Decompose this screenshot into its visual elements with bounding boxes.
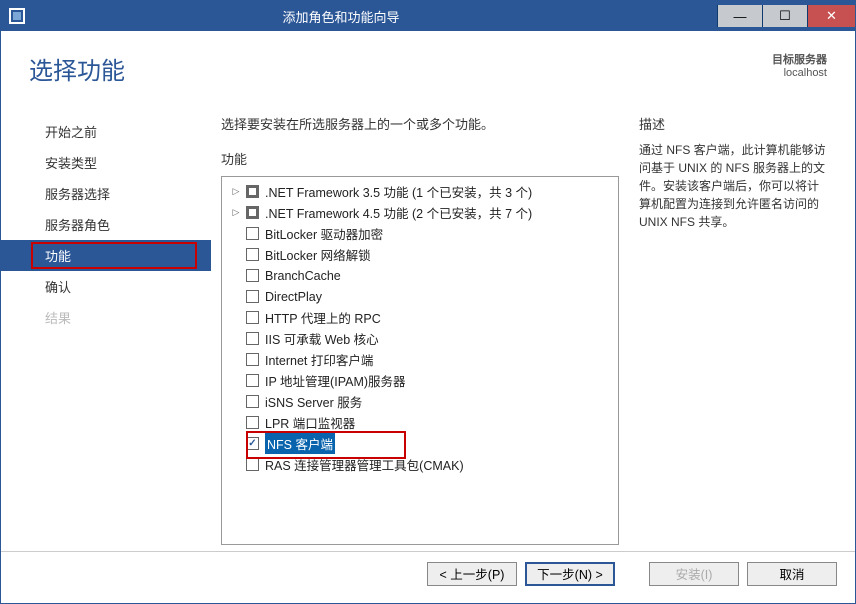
minimize-button[interactable]: — bbox=[717, 5, 762, 27]
previous-button[interactable]: < 上一步(P) bbox=[427, 562, 517, 586]
wizard-step-3[interactable]: 服务器角色 bbox=[1, 209, 211, 240]
feature-label: iSNS Server 服务 bbox=[265, 392, 362, 411]
feature-label: IIS 可承载 Web 核心 bbox=[265, 329, 379, 348]
feature-checkbox[interactable] bbox=[246, 269, 259, 282]
maximize-button[interactable]: ☐ bbox=[762, 5, 807, 27]
feature-checkbox[interactable] bbox=[246, 458, 259, 471]
description-column: 描述 通过 NFS 客户端，此计算机能够访问基于 UNIX 的 NFS 服务器上… bbox=[639, 114, 829, 545]
target-server-box: 目标服务器 localhost bbox=[772, 51, 827, 86]
main-panel: 选择要安装在所选服务器上的一个或多个功能。 功能 ▷ .NET Framework… bbox=[211, 96, 855, 545]
body: 开始之前安装类型服务器选择服务器角色功能确认结果 选择要安装在所选服务器上的一个… bbox=[1, 96, 855, 545]
next-button[interactable]: 下一步(N) > bbox=[525, 562, 615, 586]
app-icon bbox=[9, 8, 25, 24]
features-scroll[interactable]: ▷ .NET Framework 3.5 功能 (1 个已安装，共 3 个) ▷ .N… bbox=[222, 177, 618, 544]
feature-item[interactable]: ▷IIS 可承载 Web 核心 bbox=[222, 328, 618, 349]
target-server-label: 目标服务器 bbox=[772, 51, 827, 67]
wizard-step-4[interactable]: 功能 bbox=[1, 240, 211, 271]
cancel-button[interactable]: 取消 bbox=[747, 562, 837, 586]
wizard-step-0[interactable]: 开始之前 bbox=[1, 116, 211, 147]
wizard-step-2[interactable]: 服务器选择 bbox=[1, 178, 211, 209]
expander-icon[interactable]: ▷ bbox=[230, 186, 242, 198]
description-text: 通过 NFS 客户端，此计算机能够访问基于 UNIX 的 NFS 服务器上的文件… bbox=[639, 141, 829, 231]
wizard-window: 添加角色和功能向导 — ☐ ✕ 选择功能 目标服务器 localhost 开始之… bbox=[0, 0, 856, 604]
feature-label: HTTP 代理上的 RPC bbox=[265, 308, 381, 327]
footer-buttons: < 上一步(P) 下一步(N) > 安装(I) 取消 bbox=[1, 551, 855, 595]
feature-item[interactable]: ▷Internet 打印客户端 bbox=[222, 349, 618, 370]
titlebar: 添加角色和功能向导 — ☐ ✕ bbox=[1, 1, 855, 31]
feature-checkbox[interactable] bbox=[246, 248, 259, 261]
close-button[interactable]: ✕ bbox=[807, 5, 855, 27]
feature-label: Internet 打印客户端 bbox=[265, 350, 373, 369]
feature-item[interactable]: ▷BitLocker 网络解锁 bbox=[222, 244, 618, 265]
wizard-step-6: 结果 bbox=[1, 302, 211, 333]
target-server-value: localhost bbox=[772, 67, 827, 79]
feature-item[interactable]: ▷LPR 端口监视器 bbox=[222, 412, 618, 433]
feature-checkbox[interactable] bbox=[246, 290, 259, 303]
description-header: 描述 bbox=[639, 114, 829, 133]
content-area: 选择功能 目标服务器 localhost 开始之前安装类型服务器选择服务器角色功… bbox=[1, 31, 855, 603]
wizard-steps-sidebar: 开始之前安装类型服务器选择服务器角色功能确认结果 bbox=[1, 96, 211, 545]
feature-checkbox[interactable] bbox=[246, 227, 259, 240]
feature-item[interactable]: ▷iSNS Server 服务 bbox=[222, 391, 618, 412]
features-column: 选择要安装在所选服务器上的一个或多个功能。 功能 ▷ .NET Framework… bbox=[221, 114, 619, 545]
page-title: 选择功能 bbox=[29, 51, 772, 86]
feature-checkbox[interactable] bbox=[246, 395, 259, 408]
feature-checkbox[interactable] bbox=[246, 353, 259, 366]
feature-item[interactable]: ▷ .NET Framework 3.5 功能 (1 个已安装，共 3 个) bbox=[222, 181, 618, 202]
feature-item[interactable]: ▷BitLocker 驱动器加密 bbox=[222, 223, 618, 244]
install-button: 安装(I) bbox=[649, 562, 739, 586]
feature-label: LPR 端口监视器 bbox=[265, 413, 355, 432]
feature-item[interactable]: ▷NFS 客户端 bbox=[222, 433, 618, 454]
prompt-text: 选择要安装在所选服务器上的一个或多个功能。 bbox=[221, 114, 619, 133]
window-title: 添加角色和功能向导 bbox=[0, 7, 717, 26]
feature-label: BranchCache bbox=[265, 269, 341, 283]
expander-icon[interactable]: ▷ bbox=[230, 207, 242, 219]
feature-label: RAS 连接管理器管理工具包(CMAK) bbox=[265, 455, 464, 474]
feature-checkbox[interactable] bbox=[246, 332, 259, 345]
feature-item[interactable]: ▷HTTP 代理上的 RPC bbox=[222, 307, 618, 328]
feature-checkbox[interactable] bbox=[246, 185, 259, 198]
feature-checkbox[interactable] bbox=[246, 311, 259, 324]
feature-item[interactable]: ▷RAS 连接管理器管理工具包(CMAK) bbox=[222, 454, 618, 475]
feature-checkbox[interactable] bbox=[246, 416, 259, 429]
feature-item[interactable]: ▷DirectPlay bbox=[222, 286, 618, 307]
feature-label: DirectPlay bbox=[265, 290, 322, 304]
wizard-step-5[interactable]: 确认 bbox=[1, 271, 211, 302]
feature-label: NFS 客户端 bbox=[265, 433, 335, 454]
features-header: 功能 bbox=[221, 149, 619, 168]
feature-label: IP 地址管理(IPAM)服务器 bbox=[265, 371, 406, 390]
feature-item[interactable]: ▷ .NET Framework 4.5 功能 (2 个已安装，共 7 个) bbox=[222, 202, 618, 223]
feature-item[interactable]: ▷IP 地址管理(IPAM)服务器 bbox=[222, 370, 618, 391]
feature-label: BitLocker 网络解锁 bbox=[265, 245, 371, 264]
feature-checkbox[interactable] bbox=[246, 206, 259, 219]
feature-label: .NET Framework 4.5 功能 (2 个已安装，共 7 个) bbox=[265, 203, 532, 222]
feature-label: BitLocker 驱动器加密 bbox=[265, 224, 383, 243]
features-tree: ▷ .NET Framework 3.5 功能 (1 个已安装，共 3 个) ▷ .N… bbox=[221, 176, 619, 545]
header: 选择功能 目标服务器 localhost bbox=[1, 31, 855, 96]
feature-item[interactable]: ▷BranchCache bbox=[222, 265, 618, 286]
feature-label: .NET Framework 3.5 功能 (1 个已安装，共 3 个) bbox=[265, 182, 532, 201]
wizard-step-1[interactable]: 安装类型 bbox=[1, 147, 211, 178]
feature-checkbox[interactable] bbox=[246, 437, 259, 450]
feature-checkbox[interactable] bbox=[246, 374, 259, 387]
window-controls: — ☐ ✕ bbox=[717, 5, 855, 27]
